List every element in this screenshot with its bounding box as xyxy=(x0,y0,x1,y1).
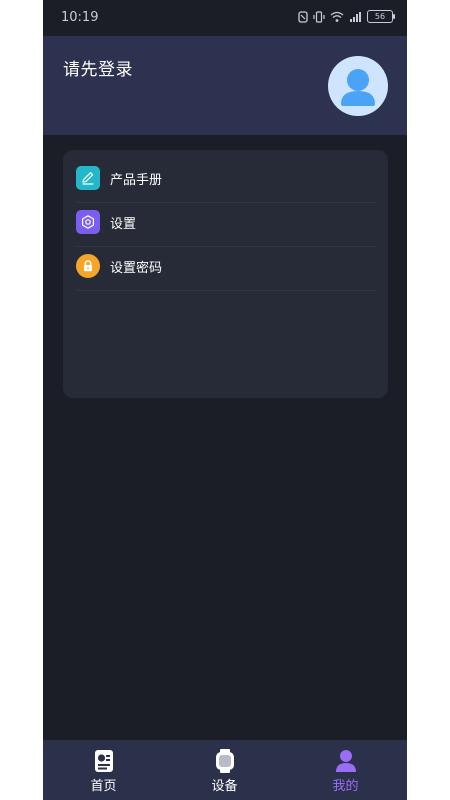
tab-label: 我的 xyxy=(332,779,359,794)
pencil-icon xyxy=(76,166,100,190)
lock-icon xyxy=(76,254,100,278)
status-bar: 10:19 56 xyxy=(43,0,407,36)
gear-icon xyxy=(76,210,100,234)
wifi-icon xyxy=(330,11,344,22)
tab-home[interactable]: 首页 xyxy=(43,740,164,800)
bottom-tab-bar: 首页 设备 我的 xyxy=(43,740,407,800)
tab-label: 设备 xyxy=(211,779,238,794)
tab-label: 首页 xyxy=(90,779,117,794)
phone-screen: 10:19 56 请先登录 产品手册 设置 设置密码 首页 设备 我的 xyxy=(43,0,407,800)
menu-item-label: 产品手册 xyxy=(110,173,163,188)
person-icon xyxy=(335,749,357,777)
home-doc-icon xyxy=(93,749,115,777)
nfc-icon xyxy=(298,10,308,23)
profile-header: 请先登录 xyxy=(43,36,407,135)
menu-item-label: 设置 xyxy=(110,217,137,232)
menu-item-set-password[interactable]: 设置密码 xyxy=(76,246,376,291)
signal-icon xyxy=(350,11,361,22)
status-icons: 56 xyxy=(298,10,395,23)
tab-mine[interactable]: 我的 xyxy=(285,740,406,800)
user-avatar-icon[interactable] xyxy=(328,56,388,116)
menu-card: 产品手册 设置 设置密码 xyxy=(63,150,388,398)
menu-item-product-manual[interactable]: 产品手册 xyxy=(76,158,376,203)
status-time: 10:19 xyxy=(61,10,99,25)
vibrate-icon xyxy=(313,10,325,23)
menu-item-settings[interactable]: 设置 xyxy=(76,202,376,247)
watch-icon xyxy=(214,749,236,777)
tab-device[interactable]: 设备 xyxy=(164,740,285,800)
login-prompt[interactable]: 请先登录 xyxy=(63,55,133,80)
battery-icon: 56 xyxy=(367,10,395,23)
menu-item-label: 设置密码 xyxy=(110,261,163,276)
